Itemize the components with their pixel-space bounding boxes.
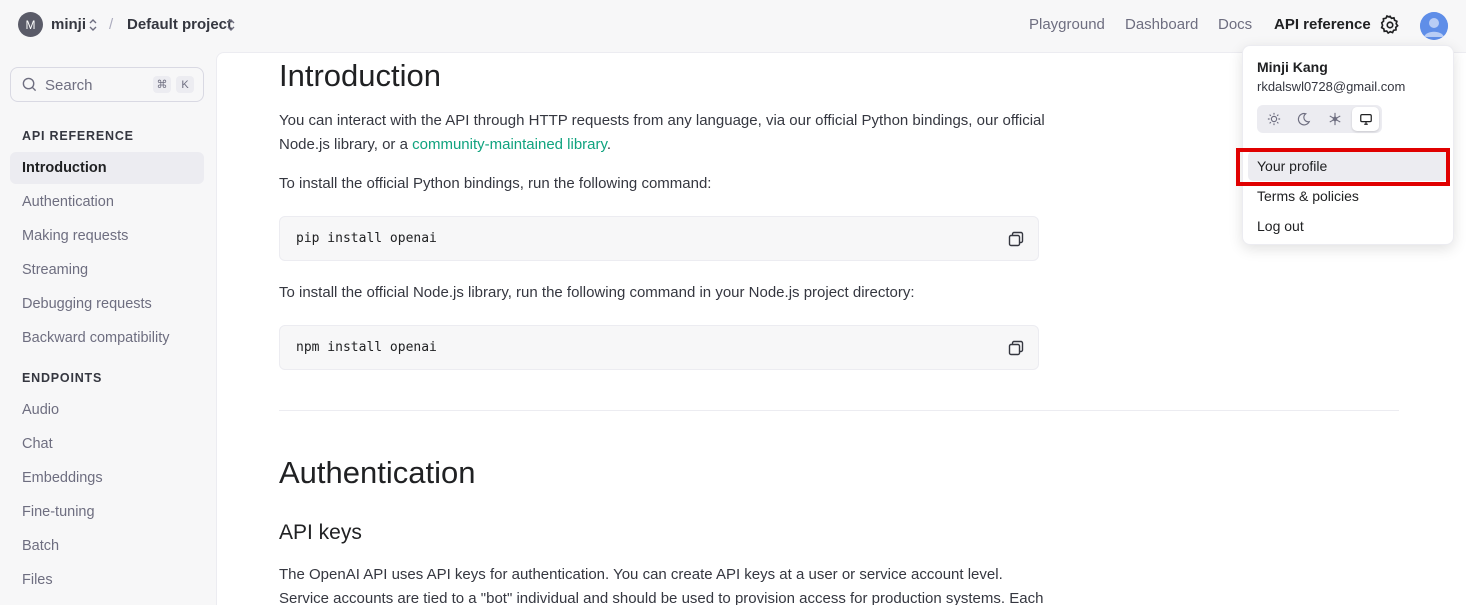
subsection-title-api-keys: API keys	[279, 521, 362, 544]
nav-api-reference[interactable]: API reference	[1274, 16, 1371, 33]
api-keys-paragraph: The OpenAI API uses API keys for authent…	[279, 566, 1044, 605]
sidebar-item-backward-compatibility[interactable]: Backward compatibility	[10, 322, 204, 354]
monitor-icon[interactable]	[1352, 107, 1379, 131]
theme-switcher	[1257, 105, 1382, 133]
sidebar-item-streaming[interactable]: Streaming	[10, 254, 204, 286]
org-avatar[interactable]: M	[18, 12, 43, 37]
search-icon	[22, 77, 37, 92]
user-avatar[interactable]	[1420, 12, 1448, 40]
sidebar: Search ⌘ K API REFERENCE Introduction Au…	[0, 52, 216, 605]
dark-icon[interactable]	[1290, 107, 1317, 131]
intro-text-end: .	[606, 136, 612, 153]
sidebar-item-making-requests[interactable]: Making requests	[10, 220, 204, 252]
sidebar-item-files[interactable]: Files	[10, 564, 204, 596]
highlight-box	[1236, 148, 1450, 186]
sidebar-item-embeddings[interactable]: Embeddings	[10, 462, 204, 494]
profile-email: rkdalswl0728@gmail.com	[1257, 79, 1406, 94]
python-install-text: To install the official Python bindings,…	[279, 175, 712, 192]
sidebar-item-debugging-requests[interactable]: Debugging requests	[10, 288, 204, 320]
shortcut-key-cmd: ⌘	[153, 76, 171, 93]
sidebar-item-batch[interactable]: Batch	[10, 530, 204, 562]
sidebar-item-audio[interactable]: Audio	[10, 394, 204, 426]
sidebar-item-authentication[interactable]: Authentication	[10, 186, 204, 218]
section-divider	[279, 410, 1399, 411]
sidebar-item-chat[interactable]: Chat	[10, 428, 204, 460]
light-icon[interactable]	[1260, 107, 1287, 131]
shortcut-key-k: K	[176, 76, 194, 93]
intro-text: You can interact with the API through HT…	[279, 112, 1045, 153]
nav-docs[interactable]: Docs	[1218, 16, 1252, 33]
python-install-command: pip install openai	[296, 231, 437, 246]
node-code-block: npm install openai	[279, 325, 1039, 370]
nav-playground[interactable]: Playground	[1029, 16, 1105, 33]
sidebar-item-fine-tuning[interactable]: Fine-tuning	[10, 496, 204, 528]
gear-icon[interactable]	[1379, 14, 1401, 36]
org-switcher-chevron-icon[interactable]	[88, 18, 98, 32]
intro-paragraph: You can interact with the API through HT…	[279, 109, 1049, 157]
node-install-command: npm install openai	[296, 340, 437, 355]
menu-item-log-out[interactable]: Log out	[1248, 211, 1448, 241]
community-library-link[interactable]: community-maintained library	[412, 136, 607, 153]
search-placeholder: Search	[45, 77, 93, 94]
project-name[interactable]: Default project	[127, 16, 232, 33]
profile-name: Minji Kang	[1257, 59, 1328, 75]
copy-icon[interactable]	[1008, 231, 1024, 247]
project-switcher-chevron-icon[interactable]	[226, 18, 236, 32]
nav-dashboard[interactable]: Dashboard	[1125, 16, 1198, 33]
top-bar: M minji / Default project Playground Das…	[0, 0, 1466, 52]
section-title-authentication: Authentication	[279, 455, 476, 490]
sidebar-item-introduction[interactable]: Introduction	[10, 152, 204, 184]
org-name[interactable]: minji	[51, 16, 86, 33]
breadcrumb-separator: /	[109, 16, 114, 33]
search-input[interactable]: Search ⌘ K	[10, 67, 204, 102]
sidebar-heading-endpoints: ENDPOINTS	[22, 371, 103, 385]
python-code-block: pip install openai	[279, 216, 1039, 261]
sidebar-heading-api-reference: API REFERENCE	[22, 129, 134, 143]
section-title-introduction: Introduction	[279, 58, 441, 93]
node-install-text: To install the official Node.js library,…	[279, 284, 915, 301]
system-snowflake-icon[interactable]	[1321, 107, 1348, 131]
profile-dropdown: Minji Kang rkdalswl0728@gmail.com Your p…	[1242, 45, 1454, 245]
copy-icon[interactable]	[1008, 340, 1024, 356]
